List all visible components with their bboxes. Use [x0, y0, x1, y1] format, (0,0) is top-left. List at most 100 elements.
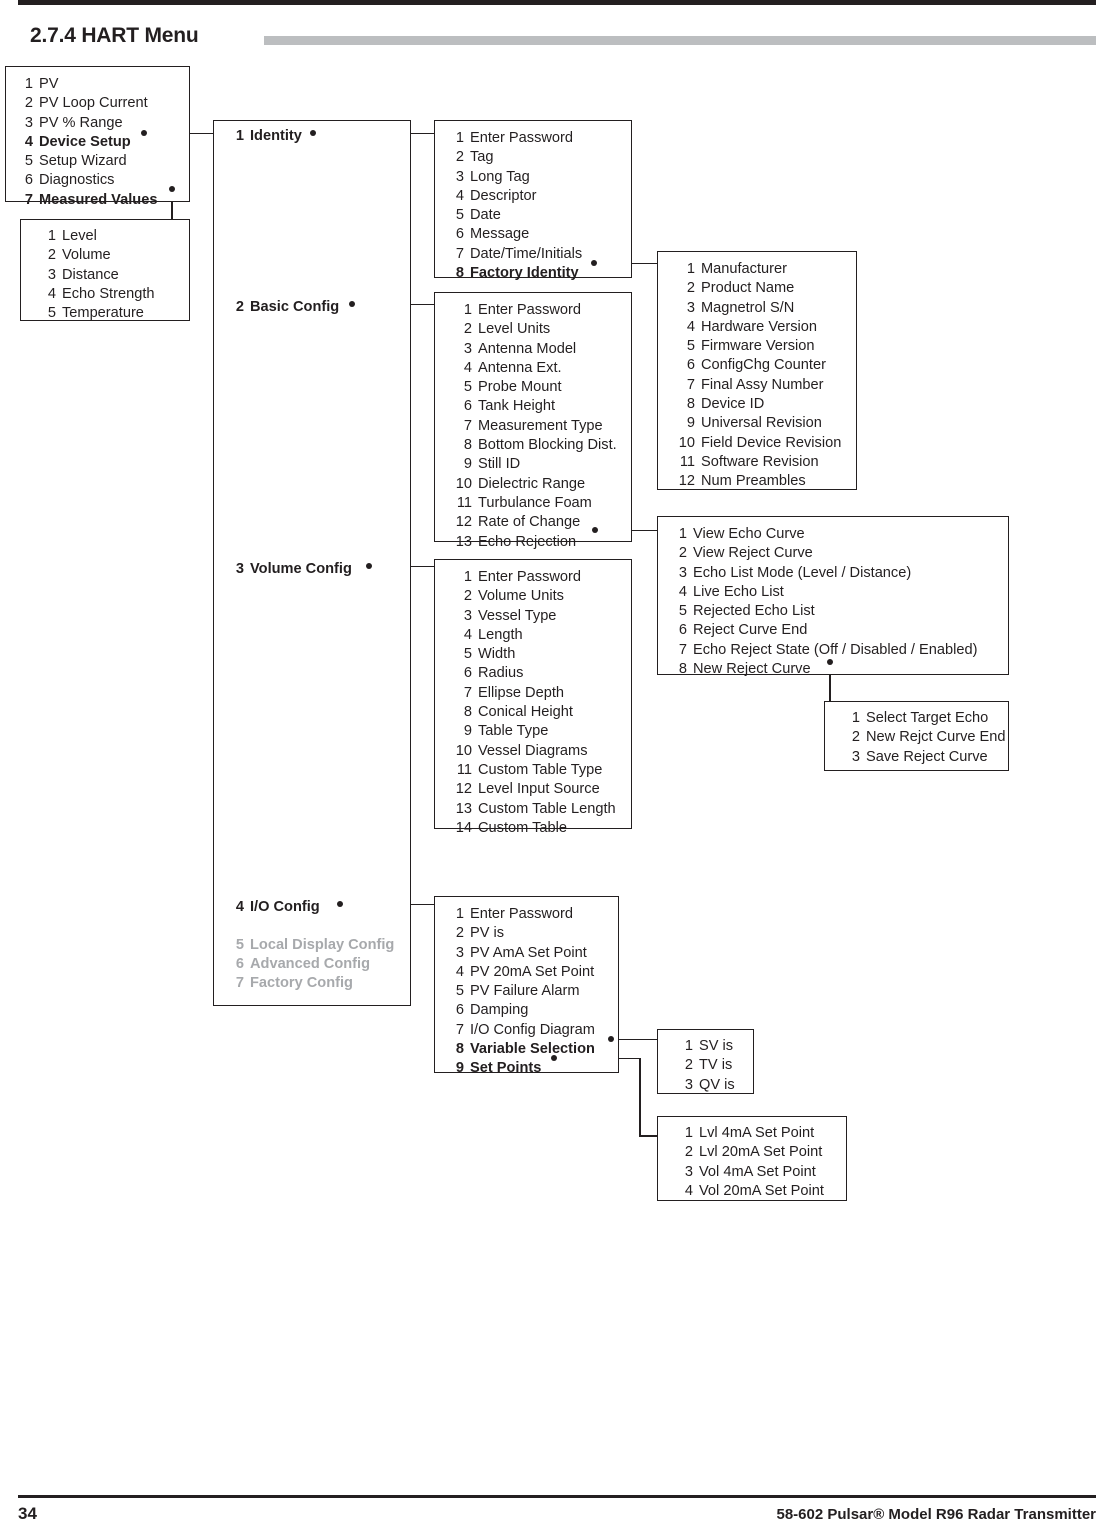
menu-item[interactable]: 1 Enter Password	[451, 568, 631, 587]
menu-item[interactable]: 7 Echo Reject State (Off / Disabled / Ena…	[674, 641, 1008, 660]
menu-item[interactable]: 7 Measurement Type	[451, 417, 631, 436]
menu-item[interactable]: 6 Reject Curve End	[674, 621, 1008, 640]
menu-box-set-points: 1 Lvl 4mA Set Point 2 Lvl 20mA Set Point 3 Vo…	[657, 1116, 847, 1201]
menu-item[interactable]: 3 Long Tag	[451, 168, 631, 187]
menu-item[interactable]: 3 Save Reject Curve	[847, 748, 1008, 767]
menu-item[interactable]: 2 TV is	[680, 1056, 753, 1075]
menu-item[interactable]: 4 Echo Strength	[43, 285, 189, 304]
menu-item[interactable]: 5 Temperature	[43, 304, 189, 323]
menu-item[interactable]: 3 Distance	[43, 266, 189, 285]
menu-item[interactable]: 12 Num Preambles	[674, 472, 856, 491]
menu-item[interactable]: 14 Custom Table	[451, 819, 631, 838]
menu-item[interactable]: 2 PV is	[451, 924, 618, 943]
menu-list-echo-rejection: 1 View Echo Curve 2 View Reject Curve 3 Echo …	[674, 525, 1008, 679]
menu-item[interactable]: 4 Vol 20mA Set Point	[680, 1182, 846, 1201]
menu-item[interactable]: 2 PV Loop Current	[20, 94, 189, 113]
menu-item[interactable]: 2 View Reject Curve	[674, 544, 1008, 563]
menu-item[interactable]: 6 Damping	[451, 1001, 618, 1020]
menu-item[interactable]: 4 Descriptor	[451, 187, 631, 206]
menu-item[interactable]: 5 Probe Mount	[451, 378, 631, 397]
menu-item[interactable]: 3 Antenna Model	[451, 340, 631, 359]
menu-item[interactable]: 8 Variable Selection	[451, 1040, 618, 1059]
menu-item[interactable]: 9 Still ID	[451, 455, 631, 474]
menu-item[interactable]: 4 PV 20mA Set Point	[451, 963, 618, 982]
menu-item[interactable]: 2 New Rejct Curve End	[847, 728, 1008, 747]
menu-item[interactable]: 13 Echo Rejection	[451, 533, 631, 552]
menu-item[interactable]: 13 Custom Table Length	[451, 800, 631, 819]
menu-item[interactable]: 9 Universal Revision	[674, 414, 856, 433]
menu-item[interactable]: 1 View Echo Curve	[674, 525, 1008, 544]
menu-item-volume-config[interactable]: 3 Volume Config	[231, 560, 352, 579]
menu-item[interactable]: 3 Magnetrol S/N	[674, 299, 856, 318]
menu-item-label: Device ID	[701, 396, 765, 413]
menu-item-number: 10	[678, 434, 695, 451]
menu-item[interactable]: 3 QV is	[680, 1076, 753, 1095]
menu-item[interactable]: 5 Date	[451, 206, 631, 225]
menu-item[interactable]: 2 Lvl 20mA Set Point	[680, 1143, 846, 1162]
menu-item[interactable]: 3 PV AmA Set Point	[451, 944, 618, 963]
menu-item[interactable]: 1 Lvl 4mA Set Point	[680, 1124, 846, 1143]
menu-item[interactable]: 6 Diagnostics	[20, 171, 189, 190]
menu-item[interactable]: 6 Radius	[451, 664, 631, 683]
menu-item[interactable]: 4 Device Setup	[20, 133, 189, 152]
menu-item[interactable]: 7 Measured Values	[20, 191, 189, 210]
menu-item[interactable]: 5 Setup Wizard	[20, 152, 189, 171]
menu-item[interactable]: 1 Select Target Echo	[847, 709, 1008, 728]
menu-item[interactable]: 9 Set Points	[451, 1059, 618, 1078]
menu-item-number: 3	[455, 944, 464, 961]
menu-item[interactable]: 1 Level	[43, 227, 189, 246]
menu-item-number: 3	[455, 168, 464, 185]
menu-item[interactable]: 3 Vol 4mA Set Point	[680, 1163, 846, 1182]
menu-item[interactable]: 5 PV Failure Alarm	[451, 982, 618, 1001]
menu-item[interactable]: 8 New Reject Curve	[674, 660, 1008, 679]
menu-item[interactable]: 11 Software Revision	[674, 453, 856, 472]
menu-item[interactable]: 4 Length	[451, 626, 631, 645]
menu-item[interactable]: 4 Hardware Version	[674, 318, 856, 337]
menu-item[interactable]: 2 Volume Units	[451, 587, 631, 606]
menu-item[interactable]: 11 Custom Table Type	[451, 761, 631, 780]
menu-item[interactable]: 7 Ellipse Depth	[451, 684, 631, 703]
menu-item-basic-config[interactable]: 2 Basic Config	[231, 298, 339, 317]
menu-item[interactable]: 2 Level Units	[451, 320, 631, 339]
menu-item-label: Level Units	[478, 321, 551, 338]
menu-item[interactable]: 5 Firmware Version	[674, 337, 856, 356]
menu-item[interactable]: 12 Level Input Source	[451, 780, 631, 799]
menu-item[interactable]: 5 Rejected Echo List	[674, 602, 1008, 621]
menu-item[interactable]: 8 Bottom Blocking Dist.	[451, 436, 631, 455]
menu-item[interactable]: 8 Factory Identity	[451, 264, 631, 283]
menu-item[interactable]: 4 Live Echo List	[674, 583, 1008, 602]
menu-item[interactable]: 1 Enter Password	[451, 129, 631, 148]
menu-item[interactable]: 8 Conical Height	[451, 703, 631, 722]
menu-item[interactable]: 11 Turbulance Foam	[451, 494, 631, 513]
menu-item[interactable]: 1 Enter Password	[451, 905, 618, 924]
menu-item-label: Enter Password	[470, 906, 574, 922]
menu-item[interactable]: 8 Device ID	[674, 395, 856, 414]
menu-item-identity[interactable]: 1 Identity	[231, 127, 302, 146]
menu-item[interactable]: 1 Manufacturer	[674, 260, 856, 279]
menu-item[interactable]: 5 Width	[451, 645, 631, 664]
menu-item[interactable]: 10 Dielectric Range	[451, 475, 631, 494]
menu-item[interactable]: 1 PV	[20, 75, 189, 94]
menu-item[interactable]: 10 Vessel Diagrams	[451, 742, 631, 761]
menu-item[interactable]: 6 Message	[451, 225, 631, 244]
menu-item[interactable]: 3 Vessel Type	[451, 607, 631, 626]
menu-item[interactable]: 3 Echo List Mode (Level / Distance)	[674, 564, 1008, 583]
menu-item[interactable]: 6 Tank Height	[451, 397, 631, 416]
menu-item[interactable]: 2 Volume	[43, 246, 189, 265]
footer-document-title: 58-602 Pulsar® Model R96 Radar Transmitt…	[776, 1506, 1096, 1523]
menu-item[interactable]: 7 I/O Config Diagram	[451, 1021, 618, 1040]
menu-item[interactable]: 2 Product Name	[674, 279, 856, 298]
menu-item-number: 7	[455, 1021, 464, 1038]
menu-item[interactable]: 7 Final Assy Number	[674, 376, 856, 395]
menu-item[interactable]: 4 Antenna Ext.	[451, 359, 631, 378]
menu-item[interactable]: 2 Tag	[451, 148, 631, 167]
menu-item[interactable]: 3 PV % Range	[20, 114, 189, 133]
menu-item[interactable]: 6 ConfigChg Counter	[674, 356, 856, 375]
menu-item-io-config[interactable]: 4 I/O Config	[231, 898, 320, 917]
menu-item[interactable]: 7 Date/Time/Initials	[451, 245, 631, 264]
menu-item[interactable]: 1 Enter Password	[451, 301, 631, 320]
menu-item[interactable]: 10 Field Device Revision	[674, 434, 856, 453]
menu-item[interactable]: 12 Rate of Change	[451, 513, 631, 532]
menu-item[interactable]: 9 Table Type	[451, 722, 631, 741]
menu-item[interactable]: 1 SV is	[680, 1037, 753, 1056]
